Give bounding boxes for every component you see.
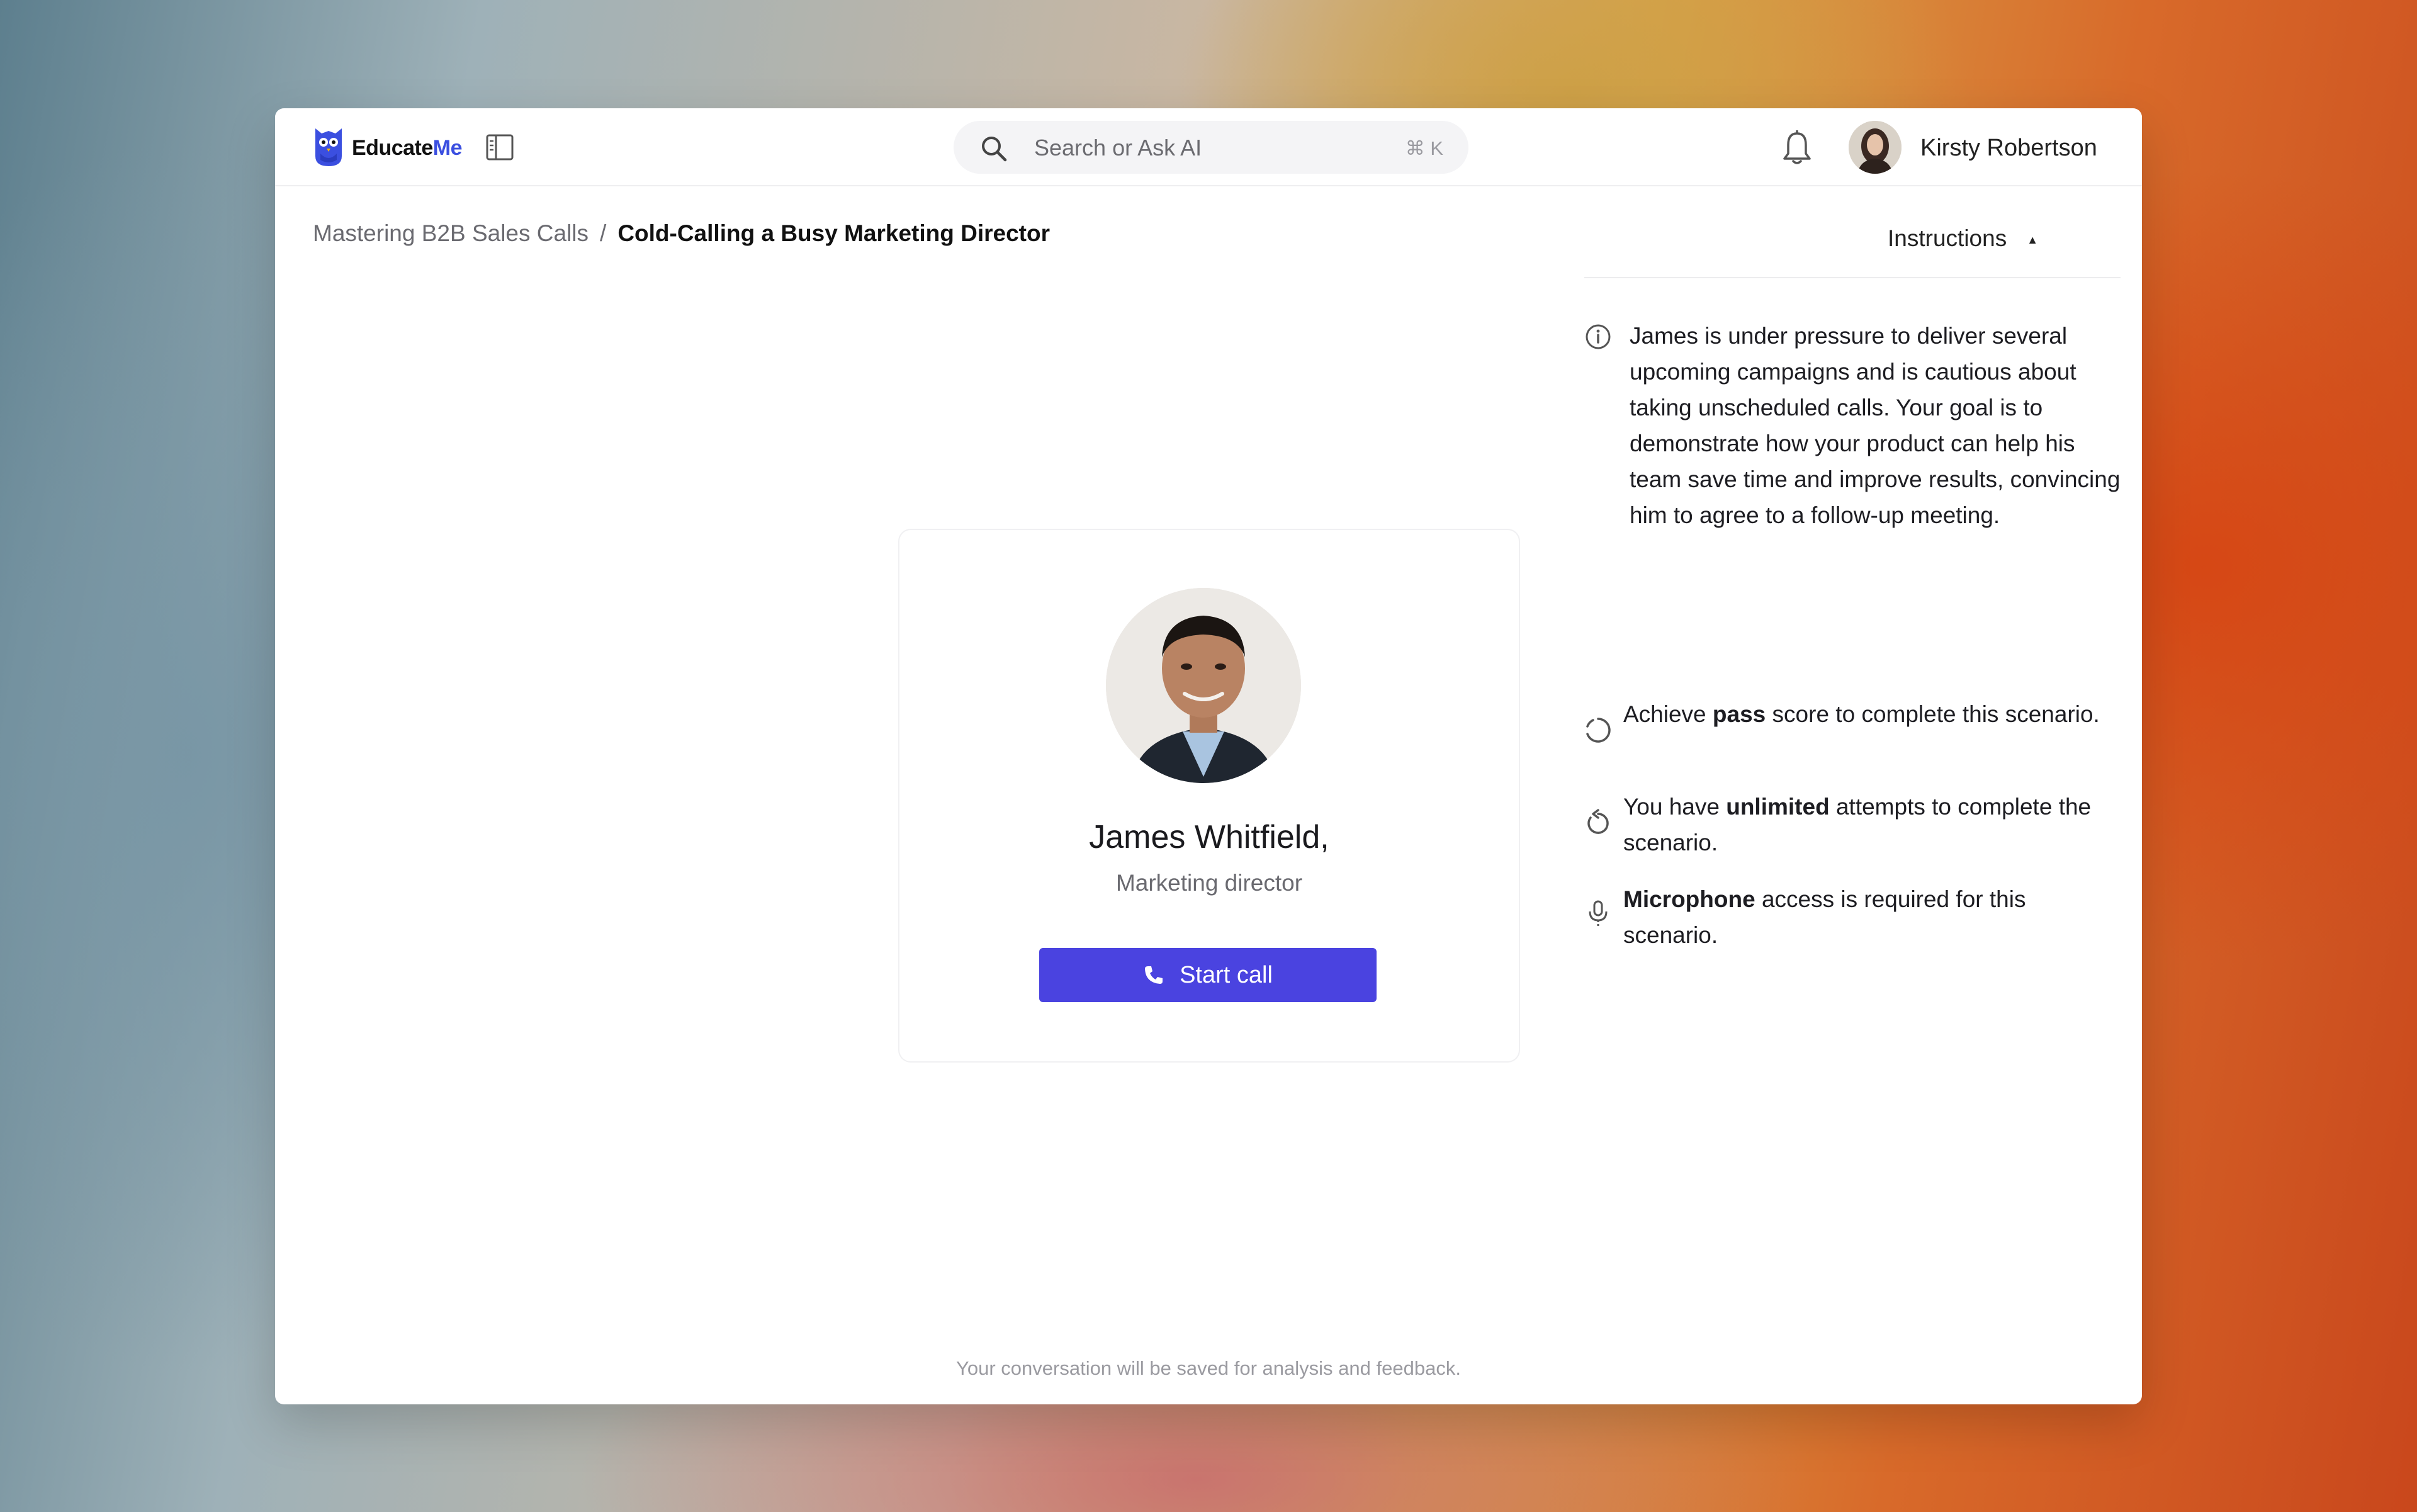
phone-icon [1145, 966, 1163, 984]
search-icon [982, 137, 1007, 162]
instruction-text: James is under pressure to deliver sever… [1630, 323, 2121, 528]
persona-role: Marketing director [1115, 870, 1303, 896]
app-window: EducateMe Search or Ask AI ⌘ K Kirsty Ro… [275, 108, 2142, 1404]
breadcrumb: Mastering B2B Sales Calls / Cold-Calling a… [313, 220, 1050, 247]
instruction-text: Achieve pass score to complete this scen… [1623, 701, 2100, 727]
instructions-toggle[interactable]: Instructions ▲ [1888, 225, 2038, 252]
start-call-label: Start call [1180, 961, 1273, 988]
info-icon [1586, 324, 1611, 349]
persona-card: James Whitfield, Marketing director Star… [898, 529, 1520, 1063]
caret-up-icon: ▲ [2027, 233, 2039, 246]
sidebar-toggle-icon[interactable] [485, 133, 514, 161]
microphone-icon [1589, 900, 1608, 927]
owl-logo-icon[interactable] [313, 125, 344, 169]
retry-icon [1587, 809, 1609, 834]
search-bar[interactable]: Search or Ask AI ⌘ K [954, 121, 1468, 174]
instruction-text: Microphone access is required for this s… [1623, 886, 2026, 948]
search-shortcut: ⌘ K [1405, 137, 1443, 159]
persona-avatar [1106, 588, 1301, 783]
user-avatar[interactable] [1849, 121, 1901, 174]
footer-note: Your conversation will be saved for anal… [956, 1357, 1461, 1379]
start-call-button[interactable]: Start call [1039, 948, 1377, 1002]
instruction-item: Microphone access is required for this s… [1584, 881, 2126, 957]
persona-name: James Whitfield, [1089, 819, 1329, 855]
brand-name[interactable]: EducateMe [352, 136, 463, 161]
panel-divider [1584, 277, 2121, 278]
breadcrumb-parent[interactable]: Mastering B2B Sales Calls [313, 220, 589, 246]
instruction-item: Achieve pass score to complete this scen… [1584, 696, 2126, 772]
breadcrumb-current: Cold-Calling a Busy Marketing Director [617, 220, 1050, 246]
instruction-text: You have unlimited attempts to complete … [1623, 794, 2092, 855]
instructions-label: Instructions [1888, 225, 2007, 251]
top-bar: EducateMe Search or Ask AI ⌘ K Kirsty Ro… [275, 108, 2142, 186]
instruction-item: You have unlimited attempts to complete … [1584, 789, 2126, 864]
instruction-item: James is under pressure to deliver sever… [1584, 318, 2126, 528]
user-name[interactable]: Kirsty Robertson [1920, 135, 2097, 162]
progress-circle-icon [1586, 718, 1611, 743]
bell-icon[interactable] [1781, 130, 1813, 166]
breadcrumb-separator: / [600, 220, 607, 246]
search-placeholder: Search or Ask AI [1034, 135, 1202, 161]
